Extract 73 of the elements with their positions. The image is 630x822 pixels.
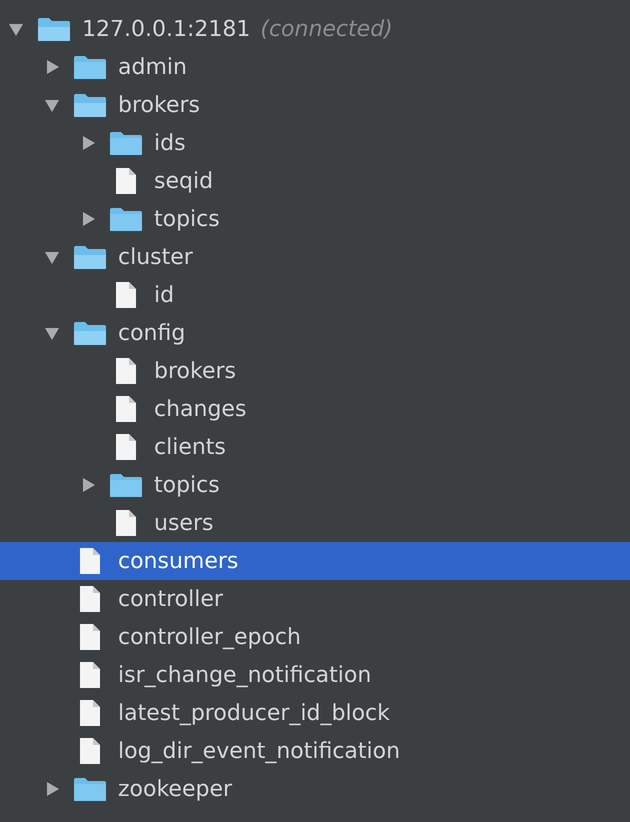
tree-row[interactable]: seqid [0,162,630,200]
tree-row[interactable]: ids [0,124,630,162]
node-label: admin [118,54,187,80]
node-label: ids [154,130,186,156]
tree-row[interactable]: config [0,314,630,352]
node-label: seqid [154,168,214,194]
folder-icon [73,92,107,118]
tree-row[interactable]: topics [0,466,630,504]
collapse-arrow-icon[interactable] [8,21,24,37]
tree-row[interactable]: admin [0,48,630,86]
node-label: latest_producer_id_block [118,700,390,726]
node-label: users [154,510,214,536]
tree-row[interactable]: controller_epoch [0,618,630,656]
folder-icon [109,206,143,232]
tree-row[interactable]: log_dir_event_notification [0,732,630,770]
node-label: config [118,320,186,346]
expand-arrow-icon[interactable] [80,477,96,493]
expand-arrow-icon[interactable] [44,781,60,797]
node-label: log_dir_event_notification [118,738,400,764]
expand-arrow-icon[interactable] [44,59,60,75]
tree-row[interactable]: id [0,276,630,314]
collapse-arrow-icon[interactable] [44,325,60,341]
folder-icon [109,472,143,498]
file-icon [115,281,137,309]
node-label: clients [154,434,226,460]
tree-row[interactable]: clients [0,428,630,466]
node-label: id [154,282,174,308]
file-icon [79,661,101,689]
node-label: brokers [154,358,236,384]
expand-arrow-icon[interactable] [80,135,96,151]
expand-arrow-icon[interactable] [80,211,96,227]
file-icon [115,357,137,385]
tree-row[interactable]: zookeeper [0,770,630,808]
node-label: changes [154,396,246,422]
tree-row[interactable]: changes [0,390,630,428]
node-label: 127.0.0.1:2181 [82,16,250,42]
tree-row[interactable]: 127.0.0.1:2181 (connected) [0,10,630,48]
node-label: controller_epoch [118,624,301,650]
tree-row[interactable]: cluster [0,238,630,276]
file-icon [115,395,137,423]
folder-icon [73,54,107,80]
node-label: controller [118,586,223,612]
file-icon [79,623,101,651]
file-icon [79,699,101,727]
node-label: isr_change_notification [118,662,372,688]
connection-status: (connected) [260,16,393,42]
file-icon [79,737,101,765]
file-icon [115,509,137,537]
collapse-arrow-icon[interactable] [44,249,60,265]
tree-row[interactable]: brokers [0,352,630,390]
tree-row[interactable]: controller [0,580,630,618]
node-label: consumers [118,548,238,574]
collapse-arrow-icon[interactable] [44,97,60,113]
node-label: brokers [118,92,200,118]
tree-row[interactable]: brokers [0,86,630,124]
folder-icon [73,244,107,270]
tree-row[interactable]: topics [0,200,630,238]
tree-row[interactable]: isr_change_notification [0,656,630,694]
node-label: cluster [118,244,193,270]
file-icon [115,167,137,195]
file-icon [79,585,101,613]
node-label: zookeeper [118,776,232,802]
tree-row[interactable]: latest_producer_id_block [0,694,630,732]
tree-row[interactable]: users [0,504,630,542]
node-label: topics [154,206,220,232]
folder-icon [73,776,107,802]
folder-icon [109,130,143,156]
node-label: topics [154,472,220,498]
selected-tree-row[interactable]: consumers [0,542,630,580]
file-icon [115,433,137,461]
file-icon [79,547,101,575]
folder-icon [73,320,107,346]
folder-icon [37,16,71,42]
